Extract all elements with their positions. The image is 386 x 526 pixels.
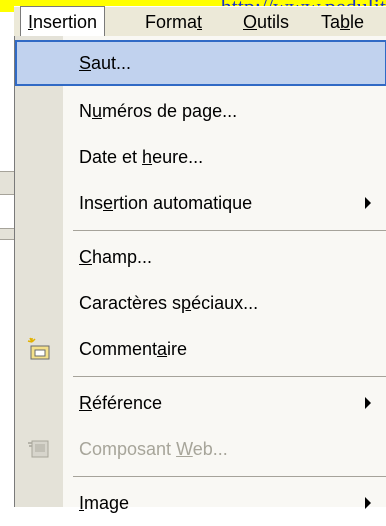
- document-ruler-strip: [0, 171, 14, 195]
- menu-bar: Insertion Format Outils Table: [14, 6, 386, 38]
- menu-item-champ[interactable]: Champ...: [15, 234, 386, 280]
- menu-item-image[interactable]: Image: [15, 480, 386, 526]
- menu-item-commentaire[interactable]: Commentaire: [15, 326, 386, 372]
- menu-insertion[interactable]: Insertion: [20, 6, 106, 38]
- menu-format[interactable]: Format: [138, 7, 209, 37]
- submenu-arrow-icon: [365, 397, 371, 409]
- menu-outils[interactable]: Outils: [236, 7, 296, 37]
- comment-icon: [27, 337, 50, 360]
- submenu-arrow-icon: [365, 197, 371, 209]
- menu-separator: [73, 476, 386, 477]
- menu-item-saut[interactable]: Saut...: [15, 40, 386, 86]
- menu-item-insertion-automatique[interactable]: Insertion automatique: [15, 180, 386, 226]
- menu-item-numeros-de-page[interactable]: Numéros de page...: [15, 88, 386, 134]
- document-left-edge: [0, 36, 15, 507]
- web-component-icon: [28, 440, 49, 458]
- menu-item-date-et-heure[interactable]: Date et heure...: [15, 134, 386, 180]
- menu-item-reference[interactable]: Référence: [15, 380, 386, 426]
- menu-item-caracteres-speciaux[interactable]: Caractères spéciaux...: [15, 280, 386, 326]
- menu-separator: [73, 376, 386, 377]
- submenu-arrow-icon: [365, 497, 371, 509]
- menu-separator: [73, 230, 386, 231]
- document-ruler-strip: [0, 228, 14, 240]
- insertion-dropdown-menu: Saut... Numéros de page... Date et heure…: [14, 36, 386, 513]
- menu-item-composant-web: Composant Web...: [15, 426, 386, 472]
- menu-table[interactable]: Table: [314, 7, 371, 37]
